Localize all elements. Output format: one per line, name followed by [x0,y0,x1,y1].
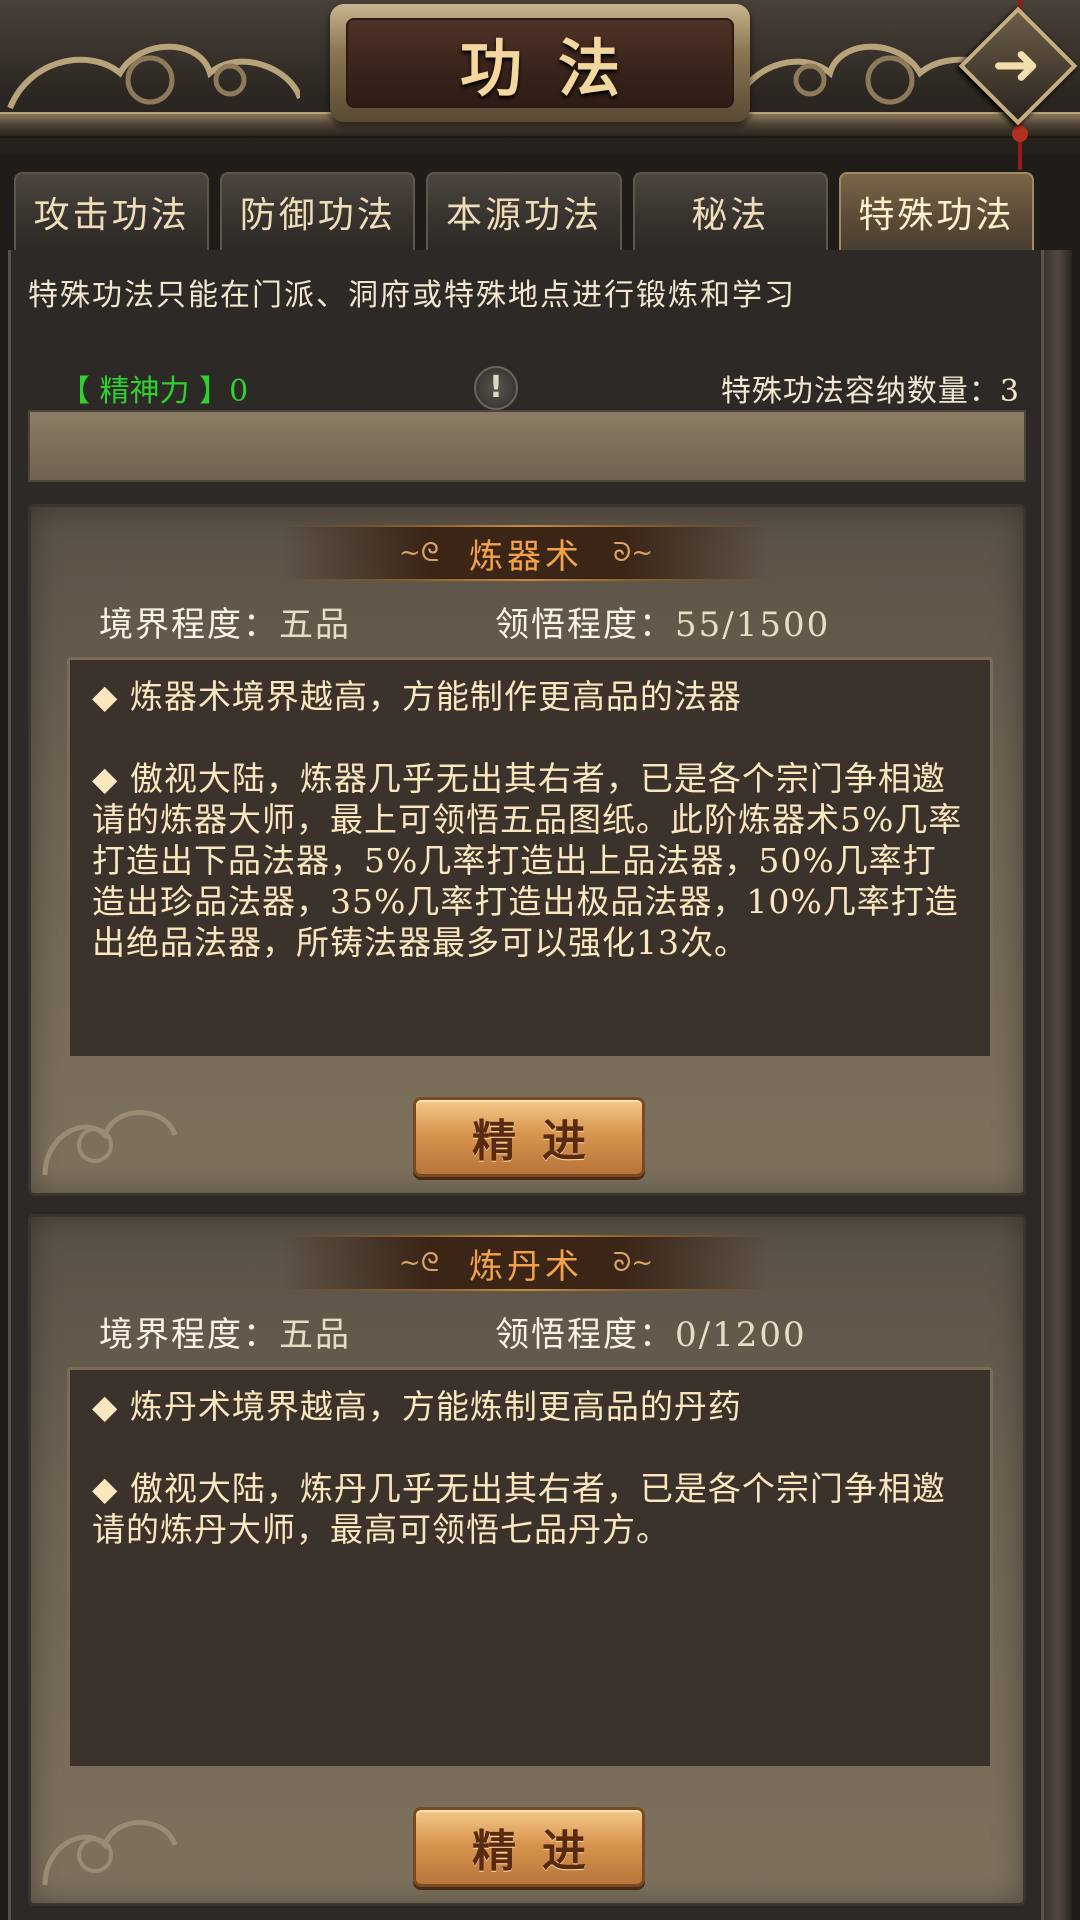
title-plaque: 功法 [330,4,750,122]
tab-secret[interactable]: 秘法 [632,172,828,250]
realm-value: 五品 [279,605,351,645]
skill-meta: 境界程度：五品 领悟程度：55/1500 [99,597,979,645]
comprehension-label: 领悟程度： [495,1315,675,1355]
advance-button[interactable]: 精进 [413,1807,645,1887]
scroll-strip [28,410,1026,482]
arrow-right-icon: ➜ [991,30,1041,98]
card-title-bar: ~ᘓ 炼器术 ᘐ~ [281,525,771,581]
spirit-power-label: 【 精神力 】0 [60,374,249,409]
description-line: ◆ 傲视大陆，炼丹几乎无出其右者，已是各个宗门争相邀请的炼丹大师，最高可领悟七品… [92,1469,946,1549]
side-rail [1044,250,1072,1920]
comprehension-value: 0/1200 [675,1315,807,1355]
description-line: ◆ 傲视大陆，炼器几乎无出其右者，已是各个宗门争相邀请的炼器大师，最上可领悟五品… [92,759,963,962]
back-button[interactable]: ➜ [958,6,1078,128]
swirl-ornament-icon: ~ᘓ [398,537,439,568]
tab-bar: 攻击功法 防御功法 本源功法 秘法 特殊功法 [14,172,1035,250]
swirl-ornament-icon: ~ᘓ [398,1247,439,1278]
header-bar: 功法 ➜ [0,0,1080,170]
tab-defense[interactable]: 防御功法 [220,172,416,250]
skill-name: 炼丹术 [469,1246,583,1287]
comprehension-label: 领悟程度： [495,605,675,645]
description-line: ◆ 炼丹术境界越高，方能炼制更高品的丹药 [92,1387,742,1426]
stats-row: 【 精神力 】0 ! 特殊功法容纳数量：3 [60,366,1020,410]
skill-card: ~ᘓ 炼器术 ᘐ~ 境界程度：五品 领悟程度：55/1500 ◆ 炼器术境界越高… [28,504,1026,1196]
exclamation-icon[interactable]: ! [474,366,518,410]
advance-button[interactable]: 精进 [413,1097,645,1177]
realm-value: 五品 [279,1315,351,1355]
tassel-bead [1012,126,1028,142]
skill-card: ~ᘓ 炼丹术 ᘐ~ 境界程度：五品 领悟程度：0/1200 ◆ 炼丹术境界越高，… [28,1214,1026,1906]
tab-origin[interactable]: 本源功法 [426,172,622,250]
comprehension-value: 55/1500 [675,605,831,645]
cloud-ornament [42,1110,178,1176]
swirl-ornament-icon: ᘐ~ [613,1247,654,1278]
capacity-label: 特殊功法容纳数量：3 [720,374,1020,409]
description-line: ◆ 炼器术境界越高，方能制作更高品的法器 [92,677,742,716]
notice-text: 特殊功法只能在门派、洞府或特殊地点进行锻炼和学习 [28,278,796,313]
cloud-ornament-left [7,43,300,110]
page-title: 功法 [459,32,656,105]
skill-description: ◆ 炼丹术境界越高，方能炼制更高品的丹药 ◆ 傲视大陆，炼丹几乎无出其右者，已是… [67,1367,993,1769]
skill-name: 炼器术 [469,536,583,577]
card-title-bar: ~ᘓ 炼丹术 ᘐ~ [281,1235,771,1291]
swirl-ornament-icon: ᘐ~ [613,537,654,568]
skill-description: ◆ 炼器术境界越高，方能制作更高品的法器 ◆ 傲视大陆，炼器几乎无出其右者，已是… [67,657,993,1059]
realm-label: 境界程度： [99,1315,279,1355]
tab-attack[interactable]: 攻击功法 [14,172,210,250]
skill-meta: 境界程度：五品 领悟程度：0/1200 [99,1307,979,1355]
tab-special[interactable]: 特殊功法 [838,172,1035,250]
realm-label: 境界程度： [99,605,279,645]
cloud-ornament [42,1820,178,1886]
